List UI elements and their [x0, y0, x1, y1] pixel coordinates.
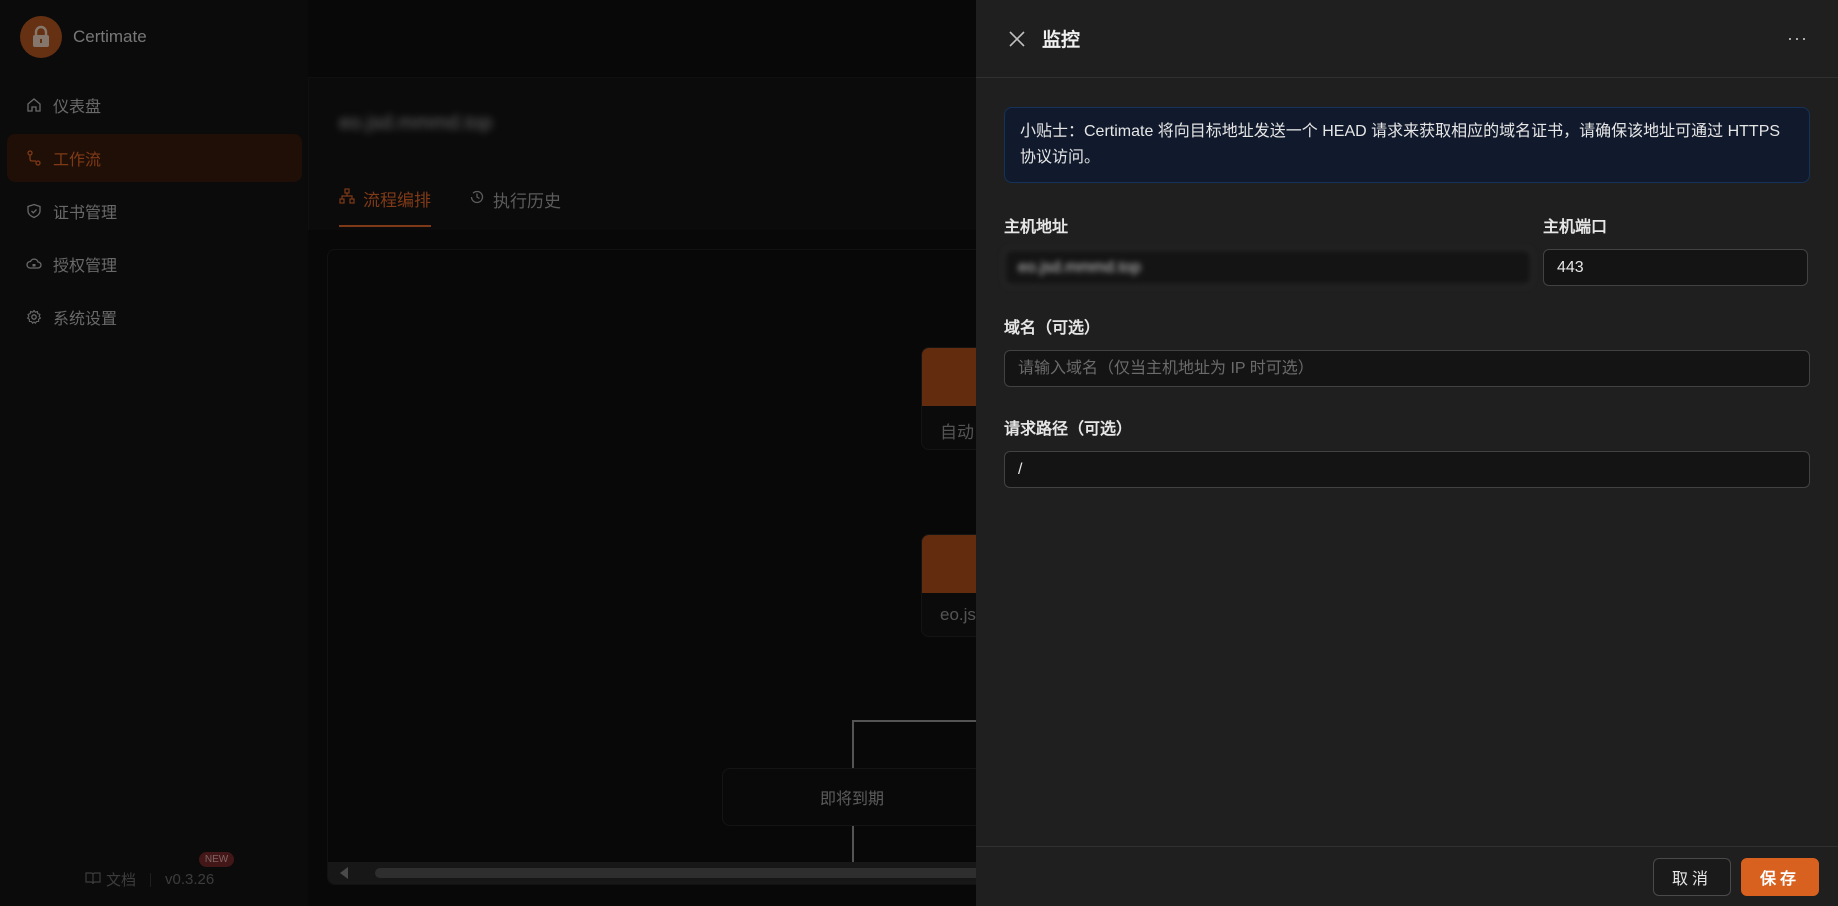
- domain-label: 域名（可选）: [1004, 320, 1101, 337]
- more-icon[interactable]: ···: [1787, 28, 1808, 49]
- drawer-body: 小贴士：Certimate 将向目标地址发送一个 HEAD 请求来获取相应的域名…: [976, 78, 1838, 488]
- close-icon[interactable]: [1006, 28, 1028, 50]
- drawer-title: 监控: [1042, 30, 1081, 51]
- port-input[interactable]: [1543, 249, 1808, 286]
- domain-field: 域名（可选）: [1004, 314, 1810, 387]
- save-button[interactable]: 保存: [1740, 857, 1819, 896]
- host-input[interactable]: [1004, 249, 1532, 286]
- domain-input[interactable]: [1004, 350, 1810, 387]
- drawer-footer: 取消 保存: [976, 846, 1838, 906]
- domain-row: 域名（可选）: [1004, 314, 1810, 387]
- host-port-row: 主机地址 主机端口: [1004, 213, 1810, 286]
- monitor-drawer: 监控 ··· 小贴士：Certimate 将向目标地址发送一个 HEAD 请求来…: [976, 0, 1838, 906]
- port-field: 主机端口: [1543, 213, 1808, 286]
- path-input[interactable]: [1004, 451, 1810, 488]
- drawer-header: 监控 ···: [976, 0, 1838, 78]
- cancel-button[interactable]: 取消: [1652, 857, 1731, 896]
- tip-alert: 小贴士：Certimate 将向目标地址发送一个 HEAD 请求来获取相应的域名…: [1004, 107, 1810, 183]
- port-label: 主机端口: [1543, 219, 1608, 236]
- path-field: 请求路径（可选）: [1004, 415, 1810, 488]
- path-label: 请求路径（可选）: [1004, 421, 1133, 438]
- drawer-mask[interactable]: [0, 0, 976, 906]
- path-row: 请求路径（可选）: [1004, 415, 1810, 488]
- host-field: 主机地址: [1004, 213, 1532, 286]
- host-label: 主机地址: [1004, 219, 1069, 236]
